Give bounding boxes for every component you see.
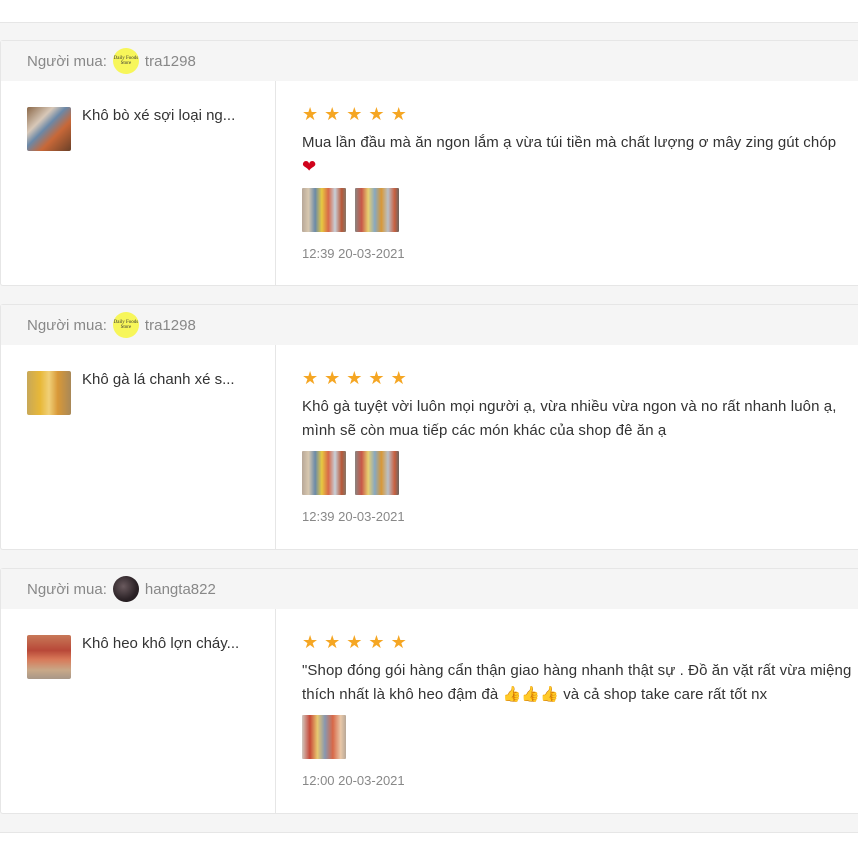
product-name[interactable]: Khô heo khô lợn cháy... bbox=[82, 635, 252, 652]
star-icon: ★ bbox=[390, 632, 407, 652]
star-icon: ★ bbox=[368, 104, 385, 124]
review-images bbox=[302, 451, 854, 495]
review-header: Người mua: hangta822 bbox=[1, 569, 858, 609]
review-comment: Khô gà tuyệt vời luôn mọi người ạ, vừa n… bbox=[302, 395, 854, 443]
star-icon: ★ bbox=[346, 368, 363, 388]
product-info[interactable]: Khô heo khô lợn cháy... bbox=[27, 635, 252, 679]
star-icon: ★ bbox=[390, 368, 407, 388]
review-content: ★ ★ ★ ★ ★ "Shop đóng gói hàng cẩn thận g… bbox=[302, 633, 854, 788]
column-divider bbox=[275, 345, 276, 550]
product-name[interactable]: Khô bò xé sợi loại ng... bbox=[82, 107, 252, 124]
review-timestamp: 12:39 20-03-2021 bbox=[302, 509, 405, 524]
star-icon: ★ bbox=[324, 104, 341, 124]
username[interactable]: hangta822 bbox=[145, 581, 216, 598]
star-icon: ★ bbox=[324, 632, 341, 652]
review-image[interactable] bbox=[355, 188, 399, 232]
review-header: Người mua: Daily Foods Store tra1298 bbox=[1, 41, 858, 81]
rating-stars: ★ ★ ★ ★ ★ bbox=[302, 105, 854, 123]
buyer-label: Người mua: bbox=[27, 316, 107, 334]
star-icon: ★ bbox=[368, 632, 385, 652]
product-thumbnail[interactable] bbox=[27, 107, 71, 151]
review-card: Người mua: Daily Foods Store tra1298 Khô… bbox=[0, 304, 858, 550]
review-content: ★ ★ ★ ★ ★ Mua lần đầu mà ăn ngon lắm ạ v… bbox=[302, 105, 854, 261]
star-icon: ★ bbox=[302, 368, 319, 388]
comment-text: và cả shop take care rất tốt nx bbox=[563, 686, 768, 703]
star-icon: ★ bbox=[346, 632, 363, 652]
thumbs-up-icon: 👍👍👍 bbox=[502, 686, 559, 703]
review-comment: Mua lần đầu mà ăn ngon lắm ạ vừa túi tiề… bbox=[302, 131, 854, 180]
review-image[interactable] bbox=[302, 715, 346, 759]
review-timestamp: 12:39 20-03-2021 bbox=[302, 246, 405, 261]
avatar-logo-text: Daily Foods Store bbox=[113, 320, 139, 330]
product-thumbnail[interactable] bbox=[27, 371, 71, 415]
avatar-logo-text: Daily Foods Store bbox=[113, 56, 139, 66]
review-comment: "Shop đóng gói hàng cẩn thận giao hàng n… bbox=[302, 659, 854, 707]
comment-text: Khô gà tuyệt vời luôn mọi người ạ, vừa n… bbox=[302, 398, 837, 439]
rating-stars: ★ ★ ★ ★ ★ bbox=[302, 633, 854, 651]
bottom-separator bbox=[0, 832, 858, 859]
review-header: Người mua: Daily Foods Store tra1298 bbox=[1, 305, 858, 345]
product-name[interactable]: Khô gà lá chanh xé s... bbox=[82, 371, 252, 388]
username[interactable]: tra1298 bbox=[145, 317, 196, 334]
star-icon: ★ bbox=[302, 632, 319, 652]
avatar[interactable]: Daily Foods Store bbox=[112, 312, 139, 338]
product-info[interactable]: Khô gà lá chanh xé s... bbox=[27, 371, 252, 415]
review-images bbox=[302, 715, 854, 759]
heart-icon: ❤ bbox=[302, 157, 317, 176]
column-divider bbox=[275, 609, 276, 814]
comment-text: Mua lần đầu mà ăn ngon lắm ạ vừa túi tiề… bbox=[302, 134, 837, 151]
star-icon: ★ bbox=[302, 104, 319, 124]
star-icon: ★ bbox=[346, 104, 363, 124]
rating-stars: ★ ★ ★ ★ ★ bbox=[302, 369, 854, 387]
review-image[interactable] bbox=[302, 451, 346, 495]
product-thumbnail[interactable] bbox=[27, 635, 71, 679]
review-image[interactable] bbox=[355, 451, 399, 495]
star-icon: ★ bbox=[324, 368, 341, 388]
review-images bbox=[302, 188, 854, 232]
product-info[interactable]: Khô bò xé sợi loại ng... bbox=[27, 107, 252, 151]
review-image[interactable] bbox=[302, 188, 346, 232]
buyer-label: Người mua: bbox=[27, 580, 107, 598]
username[interactable]: tra1298 bbox=[145, 53, 196, 70]
review-content: ★ ★ ★ ★ ★ Khô gà tuyệt vời luôn mọi ngườ… bbox=[302, 369, 854, 524]
avatar[interactable] bbox=[112, 576, 139, 602]
star-icon: ★ bbox=[390, 104, 407, 124]
top-separator bbox=[0, 0, 858, 23]
buyer-label: Người mua: bbox=[27, 52, 107, 70]
star-icon: ★ bbox=[368, 368, 385, 388]
column-divider bbox=[275, 81, 276, 286]
review-card: Người mua: Daily Foods Store tra1298 Khô… bbox=[0, 40, 858, 286]
review-card: Người mua: hangta822 Khô heo khô lợn chá… bbox=[0, 568, 858, 814]
avatar[interactable]: Daily Foods Store bbox=[112, 48, 139, 74]
review-timestamp: 12:00 20-03-2021 bbox=[302, 773, 405, 788]
